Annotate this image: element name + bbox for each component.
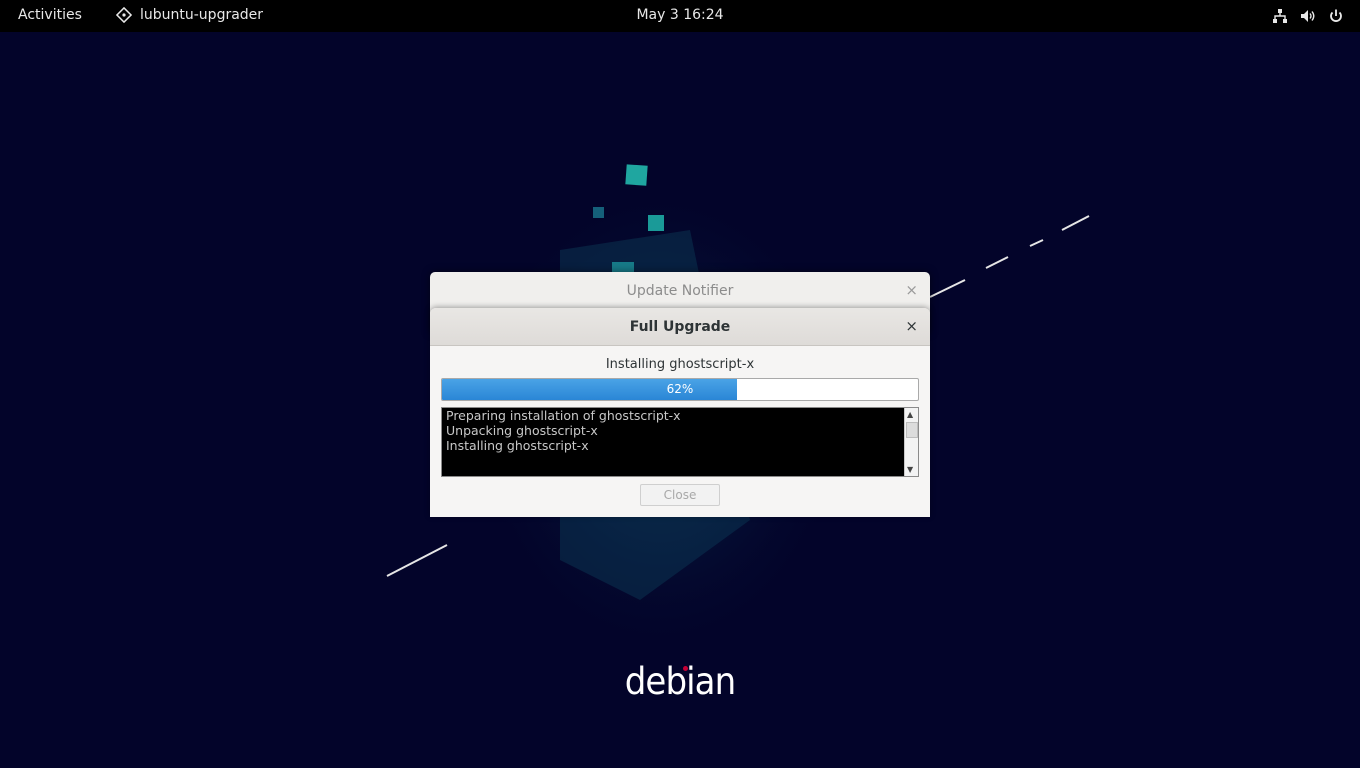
top-bar: Activities lubuntu-upgrader May 3 16:24 xyxy=(0,0,1360,32)
scroll-down-arrow-icon[interactable]: ▼ xyxy=(907,465,913,474)
activities-button[interactable]: Activities xyxy=(18,7,82,23)
full-upgrade-dialog: Full Upgrade × Installing ghostscript-x … xyxy=(430,308,930,517)
update-notifier-title: Update Notifier xyxy=(626,283,734,299)
log-line: Preparing installation of ghostscript-x xyxy=(446,408,681,423)
upgrade-log[interactable]: Preparing installation of ghostscript-x … xyxy=(441,407,919,477)
app-menu[interactable]: lubuntu-upgrader xyxy=(116,7,263,23)
debian-logo-dot xyxy=(683,666,688,671)
dialog-close-icon[interactable]: × xyxy=(905,317,918,335)
close-button[interactable]: Close xyxy=(640,484,720,506)
dialog-title: Full Upgrade xyxy=(629,319,731,335)
update-notifier-close-icon[interactable]: × xyxy=(905,281,918,299)
volume-icon[interactable] xyxy=(1300,7,1316,25)
log-line: Installing ghostscript-x xyxy=(446,438,589,453)
network-icon[interactable] xyxy=(1272,7,1288,25)
log-line: Unpacking ghostscript-x xyxy=(446,423,598,438)
progress-label: 62% xyxy=(666,382,694,396)
debian-logo: debian xyxy=(624,660,736,703)
dialog-header: Full Upgrade × xyxy=(430,308,930,346)
system-tray[interactable] xyxy=(1272,7,1344,25)
power-icon[interactable] xyxy=(1328,7,1344,25)
install-status-text: Installing ghostscript-x xyxy=(605,357,755,372)
clock[interactable]: May 3 16:24 xyxy=(636,7,723,23)
log-scrollbar[interactable]: ▲ ▼ xyxy=(904,408,918,476)
scroll-up-arrow-icon[interactable]: ▲ xyxy=(907,410,913,419)
upgrader-app-icon xyxy=(116,7,132,23)
app-name-label: lubuntu-upgrader xyxy=(140,7,264,23)
upgrade-progress-bar: 62% xyxy=(441,378,919,401)
scrollbar-thumb[interactable] xyxy=(906,422,918,438)
